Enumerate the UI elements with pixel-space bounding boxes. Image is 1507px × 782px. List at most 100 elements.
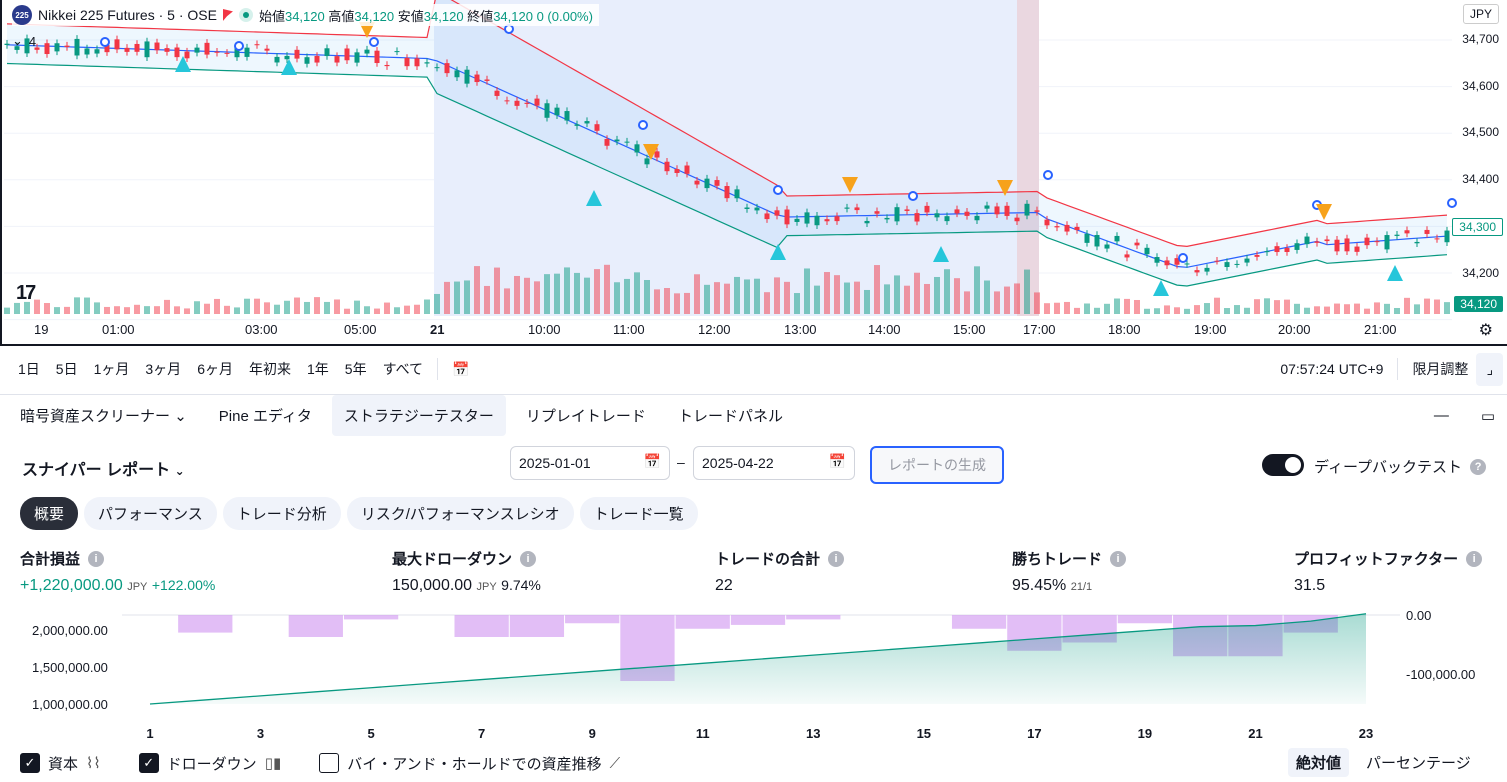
candle xyxy=(214,51,220,53)
candle xyxy=(994,206,1000,215)
candle xyxy=(1164,260,1170,266)
minimize-icon[interactable]: — xyxy=(1422,397,1461,434)
info-icon[interactable]: ? xyxy=(1470,458,1487,475)
generate-report-button[interactable]: レポートの生成 xyxy=(870,446,1004,484)
currency-button[interactable]: JPY xyxy=(1462,4,1499,24)
time-tick: 15:00 xyxy=(953,322,986,337)
info-icon[interactable]: i xyxy=(828,550,845,567)
subtab-performance[interactable]: パフォーマンス xyxy=(84,497,217,530)
volume-bar xyxy=(664,287,670,314)
range-5y[interactable]: 5年 xyxy=(337,359,375,379)
symbol-title[interactable]: Nikkei 225 Futures · 5 · OSE xyxy=(38,7,217,23)
calendar-range-icon[interactable]: 📅 xyxy=(444,361,477,378)
info-icon[interactable]: i xyxy=(1110,550,1127,567)
calendar-icon[interactable]: 📅 xyxy=(644,453,661,470)
candle xyxy=(1224,262,1230,268)
price-tick: 34,400 xyxy=(1462,172,1499,186)
x-axis-tick: 17 xyxy=(1027,726,1041,741)
candle xyxy=(1234,263,1240,265)
volume-bar xyxy=(724,283,730,314)
range-3m[interactable]: 3ヶ月 xyxy=(137,359,189,379)
volume-bar xyxy=(1294,303,1300,314)
candle xyxy=(1444,230,1450,243)
range-6m[interactable]: 6ヶ月 xyxy=(189,359,241,379)
absolute-button[interactable]: 絶対値 xyxy=(1288,748,1350,777)
indicator-toggle[interactable]: ⌄ 4 xyxy=(12,33,36,49)
tab-trade-panel[interactable]: トレードパネル xyxy=(666,395,795,436)
volume-bar xyxy=(384,302,390,314)
range-1m[interactable]: 1ヶ月 xyxy=(86,359,138,379)
volume-bar xyxy=(1194,305,1200,314)
range-1d[interactable]: 1日 xyxy=(10,359,48,379)
volume-bar xyxy=(1134,299,1140,314)
volume-bar xyxy=(454,281,460,314)
price-chart-canvas[interactable] xyxy=(2,0,1507,346)
date-from-field[interactable]: 2025-01-01 📅 xyxy=(510,446,670,480)
info-icon[interactable]: i xyxy=(88,550,105,567)
equity-chart[interactable]: 2,000,000.00 1,500,000.00 1,000,000.00 0.00… xyxy=(0,600,1507,745)
candle xyxy=(914,213,920,222)
drawdown-label: ドローダウン xyxy=(166,755,257,773)
deep-backtest-toggle[interactable] xyxy=(1262,454,1304,476)
maximize-icon[interactable]: ▭ xyxy=(1469,397,1507,435)
candle xyxy=(1134,242,1140,246)
volume-bar xyxy=(624,278,630,314)
volume-bar xyxy=(1274,300,1280,314)
info-icon[interactable]: i xyxy=(520,550,537,567)
candle xyxy=(144,41,150,58)
range-ytd[interactable]: 年初来 xyxy=(241,359,299,379)
candle xyxy=(894,207,900,222)
volume-bar xyxy=(914,272,920,314)
deep-backtest-label: ディープバックテスト? xyxy=(1314,456,1487,477)
contract-adjust-button[interactable]: 限月調整 xyxy=(1404,359,1476,379)
report-title[interactable]: スナイパー レポート ⌄ xyxy=(22,456,185,480)
collapse-icon[interactable]: ⌟ xyxy=(1476,352,1503,386)
subtab-trade-list[interactable]: トレード一覧 xyxy=(579,497,698,530)
candle xyxy=(944,216,950,222)
volume-bar xyxy=(1384,303,1390,314)
candle xyxy=(1094,234,1100,247)
candle xyxy=(624,141,630,143)
buy-hold-checkbox[interactable] xyxy=(319,753,340,773)
tab-strategy-tester[interactable]: ストラテジーテスター xyxy=(331,395,506,436)
date-to-field[interactable]: 2025-04-22 📅 xyxy=(693,446,855,480)
chevron-down-icon: ⌄ xyxy=(174,464,185,478)
percentage-button[interactable]: パーセンテージ xyxy=(1358,748,1479,777)
time-tick: 12:00 xyxy=(698,322,731,337)
info-icon[interactable]: i xyxy=(1466,550,1483,567)
candle xyxy=(54,43,60,52)
subtab-trade-analysis[interactable]: トレード分析 xyxy=(222,497,341,530)
subtab-risk-ratios[interactable]: リスク/パフォーマンスレシオ xyxy=(346,497,574,530)
tab-crypto-screener[interactable]: 暗号資産スクリーナー ⌄ xyxy=(8,395,199,436)
tab-pine-editor[interactable]: Pine エディタ xyxy=(207,395,324,436)
volume-bar xyxy=(1084,303,1090,314)
price-chart[interactable]: 225 Nikkei 225 Futures · 5 · OSE 始値34,12… xyxy=(0,0,1507,346)
range-5d[interactable]: 5日 xyxy=(48,359,86,379)
right-axis-tick: -100,000.00 xyxy=(1406,667,1475,682)
x-axis-tick: 15 xyxy=(917,726,931,741)
equity-checkbox[interactable]: ✓ xyxy=(20,753,40,773)
metric-profit-factor: プロフィットファクター i 31.5 xyxy=(1294,548,1483,595)
volume-bar xyxy=(694,274,700,314)
candle xyxy=(124,47,130,52)
candle xyxy=(464,69,470,84)
volume-bar xyxy=(194,301,200,314)
volume-bar xyxy=(1074,307,1080,314)
volume-bar xyxy=(244,298,250,314)
drawdown-bar xyxy=(1117,615,1173,624)
tradingview-logo[interactable]: 17 xyxy=(16,282,36,305)
chevron-down-icon: ⌄ xyxy=(174,408,187,425)
price-tag-current: 34,300 xyxy=(1452,218,1503,236)
settings-icon[interactable]: ⚙ xyxy=(1479,320,1493,340)
left-axis-tick: 1,000,000.00 xyxy=(32,697,108,712)
volume-bar xyxy=(514,275,520,314)
calendar-icon[interactable]: 📅 xyxy=(829,453,846,470)
range-all[interactable]: すべて xyxy=(375,359,431,379)
volume-bar xyxy=(964,291,970,314)
drawdown-checkbox[interactable]: ✓ xyxy=(138,753,159,773)
subtab-overview[interactable]: 概要 xyxy=(20,497,79,530)
clock[interactable]: 07:57:24 UTC+9 xyxy=(1280,361,1383,377)
range-1y[interactable]: 1年 xyxy=(299,359,337,379)
tab-replay-trade[interactable]: リプレイトレード xyxy=(514,395,658,436)
flag-icon[interactable] xyxy=(222,9,233,21)
